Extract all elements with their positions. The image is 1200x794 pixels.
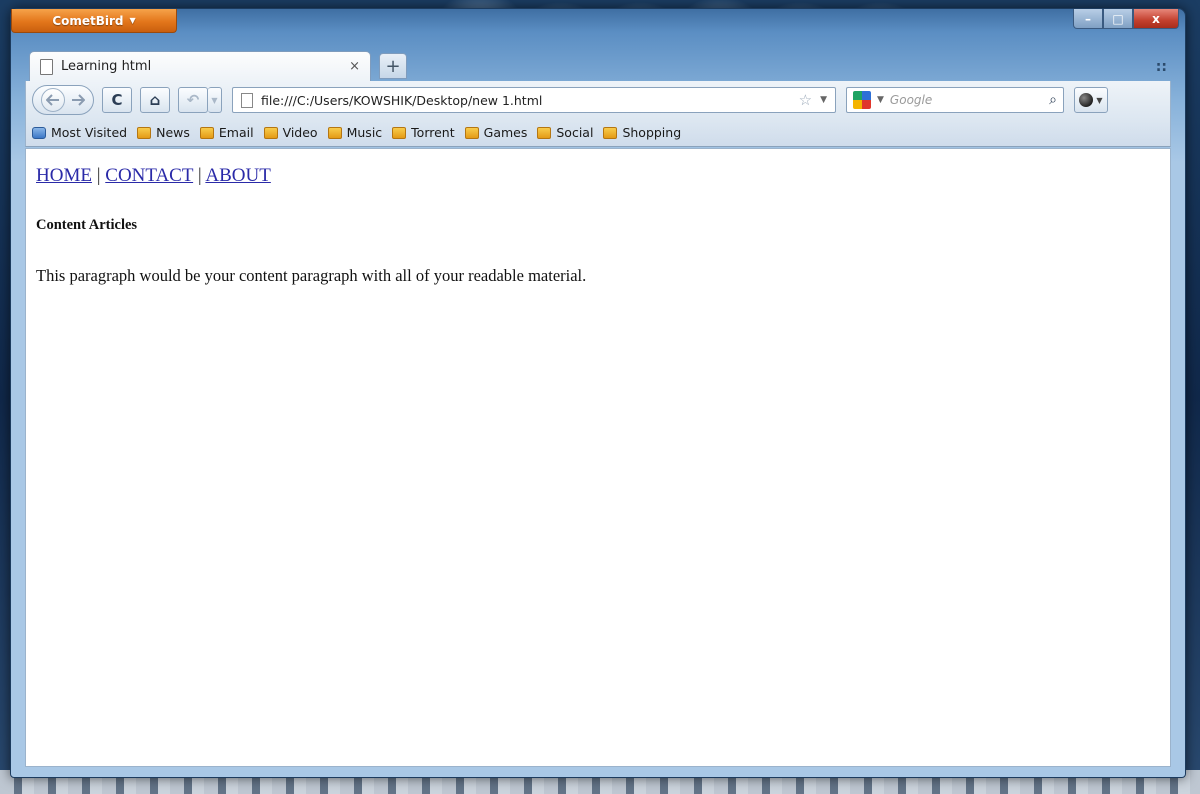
reload-button[interactable]: C	[102, 87, 132, 113]
bookmark-star-icon[interactable]: ☆	[799, 91, 812, 109]
page-icon	[241, 92, 253, 108]
bookmarks-toolbar: Most Visited News Email Video Music Torr…	[25, 119, 1171, 147]
tab-strip: Learning html × + ::	[25, 47, 1171, 81]
history-icon: ↶	[186, 91, 200, 109]
nav-separator: |	[96, 165, 101, 186]
maximize-icon: □	[1112, 11, 1124, 26]
rss-folder-icon	[137, 126, 152, 139]
addon-icon	[1079, 93, 1094, 107]
content-paragraph: This paragraph would be your content par…	[36, 266, 587, 285]
minimize-icon: –	[1085, 11, 1091, 26]
search-engine-icon[interactable]	[853, 91, 871, 109]
plus-icon: +	[385, 55, 401, 77]
bookmark-label: Social	[556, 125, 594, 140]
bookmark-games[interactable]: Games	[464, 125, 528, 140]
reload-icon: C	[111, 91, 123, 109]
chevron-down-icon: ▼	[129, 16, 136, 25]
bookmark-label: Torrent	[411, 125, 455, 140]
arrow-left-icon	[46, 94, 59, 106]
tab-list-icon[interactable]: ::	[1156, 59, 1167, 75]
minimize-button[interactable]: –	[1073, 9, 1103, 29]
bookmark-label: Email	[218, 125, 254, 140]
bookmark-label: Shopping	[622, 125, 682, 140]
bookmark-most-visited[interactable]: Most Visited	[32, 125, 127, 140]
page-heading: Content Articles	[36, 217, 138, 233]
home-button[interactable]: ⌂	[140, 87, 170, 113]
bookmark-label: Games	[483, 125, 528, 140]
search-icon[interactable]: ⌕	[1049, 92, 1057, 108]
bookmark-social[interactable]: Social	[537, 125, 593, 140]
history-dropdown[interactable]: ▼	[208, 87, 222, 113]
url-input[interactable]: file:///C:/Users/KOWSHIK/Desktop/new 1.h…	[261, 93, 791, 108]
forward-button[interactable]	[71, 91, 86, 110]
home-icon: ⌂	[149, 91, 161, 109]
bookmark-label: Most Visited	[51, 125, 128, 140]
bookmark-video[interactable]: Video	[263, 125, 318, 140]
back-forward-group	[32, 85, 94, 115]
close-window-button[interactable]: x	[1133, 9, 1179, 29]
nav-separator: |	[197, 165, 202, 186]
search-input[interactable]: Google	[890, 93, 1043, 107]
rss-folder-icon	[327, 126, 342, 139]
browser-window: CometBird ▼ – □ x Learning html × + :: C…	[10, 8, 1186, 778]
tab-close-icon[interactable]: ×	[349, 59, 360, 74]
arrow-right-icon	[72, 93, 86, 106]
navigation-toolbar: C ⌂ ↶ ▼ file:///C:/Users/KOWSHIK/Desktop…	[25, 81, 1171, 119]
bookmark-news[interactable]: News	[137, 125, 190, 140]
nav-link-contact[interactable]: CONTACT	[105, 165, 193, 186]
app-menu-button[interactable]: CometBird ▼	[11, 9, 177, 33]
window-controls: – □ x	[1073, 9, 1179, 29]
bookmark-email[interactable]: Email	[199, 125, 254, 140]
rss-folder-icon	[537, 126, 552, 139]
bookmark-label: Music	[346, 125, 383, 140]
history-button[interactable]: ↶	[178, 87, 208, 113]
url-dropdown-icon[interactable]: ▼	[820, 95, 827, 105]
maximize-button[interactable]: □	[1103, 9, 1133, 29]
nav-link-about[interactable]: ABOUT	[205, 165, 270, 186]
back-button[interactable]	[41, 88, 65, 112]
bookmark-music[interactable]: Music	[327, 125, 383, 140]
nav-link-home[interactable]: HOME	[36, 165, 92, 186]
rss-folder-icon	[464, 126, 479, 139]
url-bar[interactable]: file:///C:/Users/KOWSHIK/Desktop/new 1.h…	[232, 87, 836, 113]
most-visited-icon	[32, 126, 46, 139]
page-icon	[40, 58, 53, 75]
addon-button[interactable]: ▼	[1074, 87, 1108, 113]
rss-folder-icon	[603, 126, 618, 139]
tab-learning-html[interactable]: Learning html ×	[29, 51, 371, 81]
site-nav: HOME | CONTACT | ABOUT	[36, 165, 1160, 187]
bookmark-label: Video	[282, 125, 318, 140]
rss-folder-icon	[199, 126, 214, 139]
chevron-down-icon[interactable]: ▼	[877, 95, 884, 105]
app-menu-label: CometBird	[52, 13, 124, 28]
tab-title: Learning html	[61, 59, 152, 74]
close-icon: x	[1152, 11, 1160, 26]
page-content: HOME | CONTACT | ABOUT Content Articles …	[25, 148, 1171, 767]
rss-folder-icon	[392, 126, 407, 139]
bookmark-torrent[interactable]: Torrent	[392, 125, 455, 140]
search-bar[interactable]: ▼ Google ⌕	[846, 87, 1064, 113]
bookmark-shopping[interactable]: Shopping	[603, 125, 681, 140]
bookmark-label: News	[156, 125, 190, 140]
rss-folder-icon	[263, 126, 278, 139]
new-tab-button[interactable]: +	[379, 53, 407, 79]
chevron-down-icon: ▼	[1096, 95, 1103, 105]
chevron-down-icon: ▼	[211, 95, 218, 105]
